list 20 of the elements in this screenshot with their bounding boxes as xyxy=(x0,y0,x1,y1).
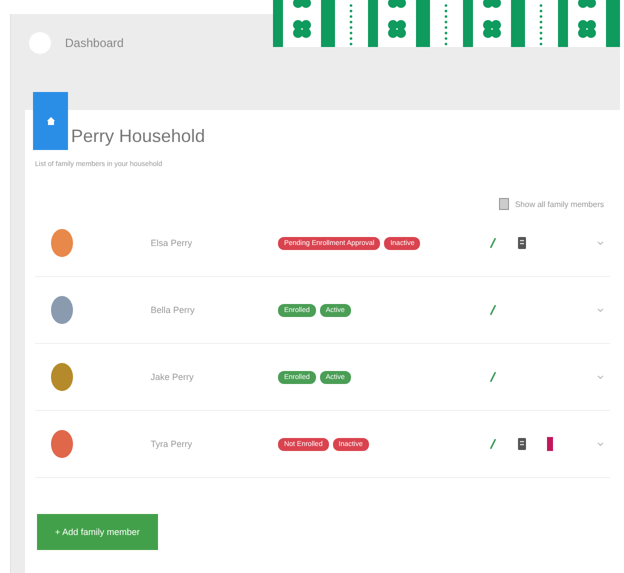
member-name: Jake Perry xyxy=(150,372,195,382)
checkbox[interactable] xyxy=(499,198,510,210)
add-member-button[interactable]: + Add family member xyxy=(37,514,158,550)
chevron-down-icon[interactable] xyxy=(597,240,604,246)
pencil-icon[interactable] xyxy=(489,438,498,450)
document-icon[interactable] xyxy=(517,437,528,451)
chevron-down-icon[interactable] xyxy=(597,442,604,446)
member-name: Tyra Perry xyxy=(150,439,194,449)
flag-icon[interactable] xyxy=(547,437,554,451)
pencil-icon[interactable] xyxy=(489,304,498,316)
member-name: Bella Perry xyxy=(150,305,196,315)
member-name: Elsa Perry xyxy=(150,238,194,248)
document-icon[interactable] xyxy=(517,236,528,250)
toggle-label: Show all family members xyxy=(515,200,604,208)
household-title: Perry Household xyxy=(71,126,206,147)
chevron-down-icon[interactable] xyxy=(597,308,604,312)
pencil-icon[interactable] xyxy=(489,371,498,383)
chevron-down-icon[interactable] xyxy=(597,374,604,380)
page-title: Dashboard xyxy=(65,35,124,52)
pencil-icon[interactable] xyxy=(489,237,498,249)
